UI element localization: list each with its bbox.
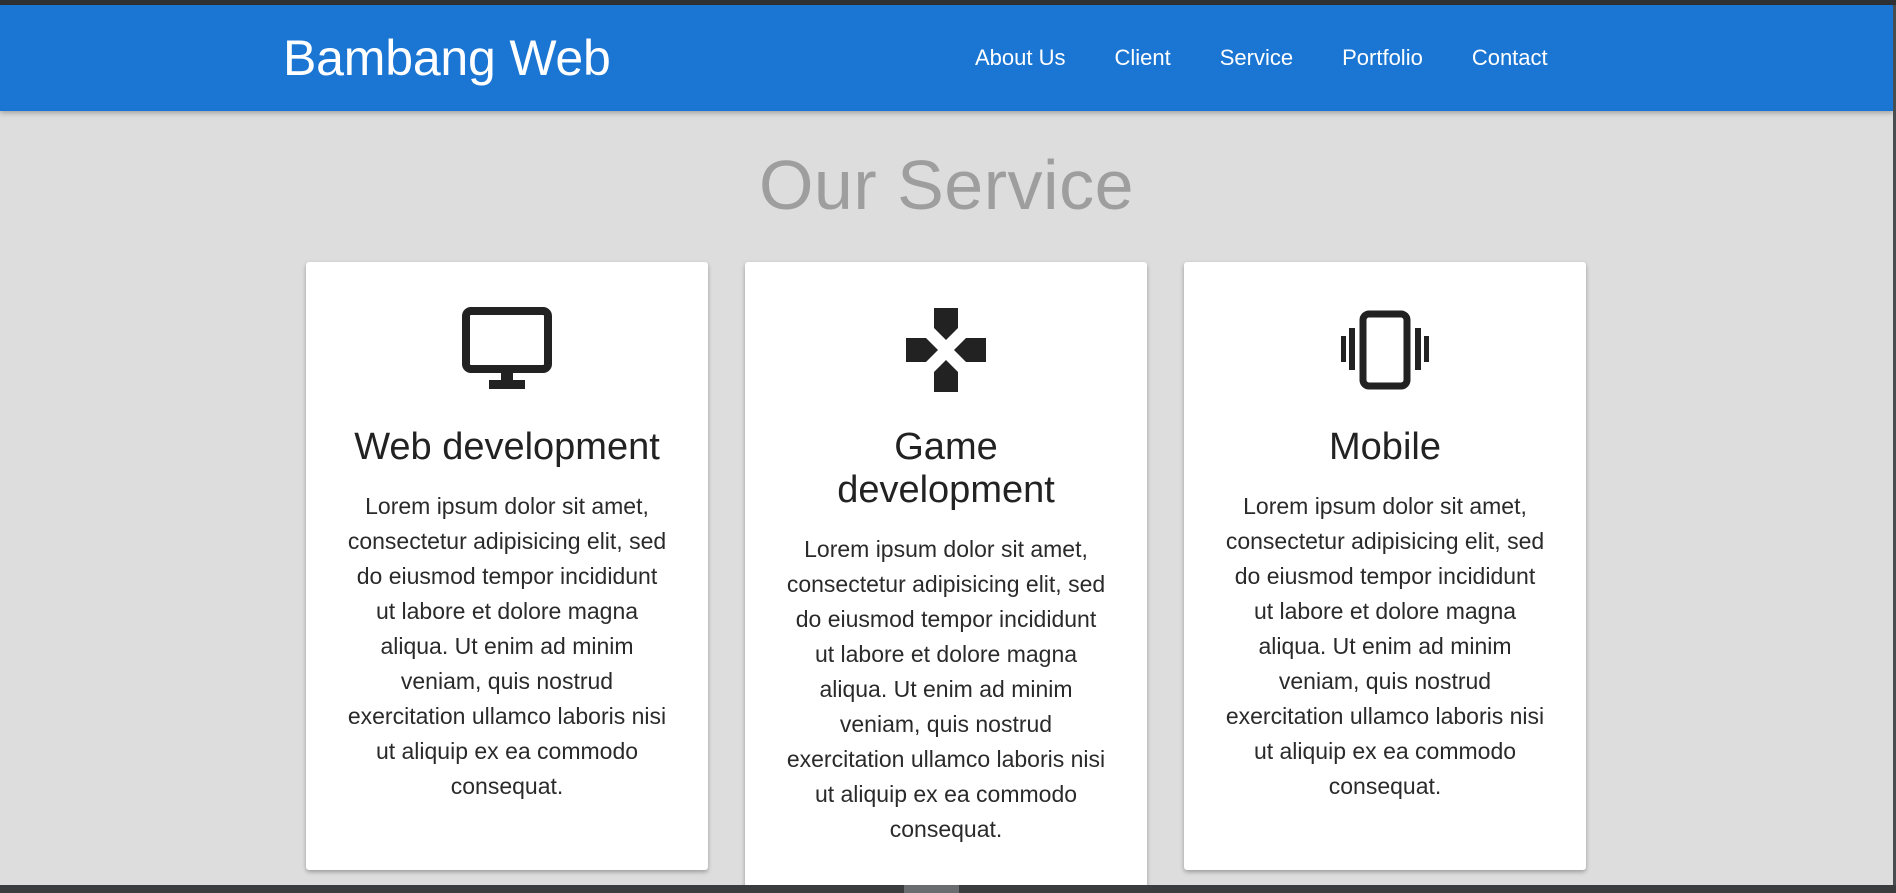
- nav-link-contact[interactable]: Contact: [1472, 45, 1548, 71]
- gamepad-dpad-icon: [906, 308, 986, 392]
- card-title: Game development: [837, 426, 1055, 511]
- service-card-web-development: Web development Lorem ipsum dolor sit am…: [306, 262, 708, 870]
- desktop-monitor-icon: [462, 307, 552, 389]
- card-description: Lorem ipsum dolor sit amet, consectetur …: [786, 536, 1106, 842]
- card-title: Web development: [354, 426, 660, 468]
- service-card-game-development: Game development Lorem ipsum dolor sit a…: [745, 262, 1147, 893]
- nav-link-about-us[interactable]: About Us: [975, 45, 1066, 71]
- page: Bambang Web About Us Client Service Port…: [0, 0, 1896, 893]
- brand-logo[interactable]: Bambang Web: [283, 29, 611, 87]
- nav-link-client[interactable]: Client: [1115, 45, 1171, 71]
- card-description: Lorem ipsum dolor sit amet, consectetur …: [347, 493, 667, 799]
- service-card-mobile: Mobile Lorem ipsum dolor sit amet, conse…: [1184, 262, 1586, 870]
- horizontal-scrollbar-thumb[interactable]: [904, 885, 959, 893]
- navbar: Bambang Web About Us Client Service Port…: [0, 5, 1893, 111]
- vibrating-phone-icon: [1341, 310, 1429, 390]
- nav-link-service[interactable]: Service: [1220, 45, 1293, 71]
- card-description: Lorem ipsum dolor sit amet, consectetur …: [1225, 493, 1545, 799]
- section-title: Our Service: [758, 146, 1135, 224]
- nav-links: About Us Client Service Portfolio Contac…: [975, 45, 1548, 71]
- nav-link-portfolio[interactable]: Portfolio: [1342, 45, 1423, 71]
- card-title: Mobile: [1329, 426, 1441, 468]
